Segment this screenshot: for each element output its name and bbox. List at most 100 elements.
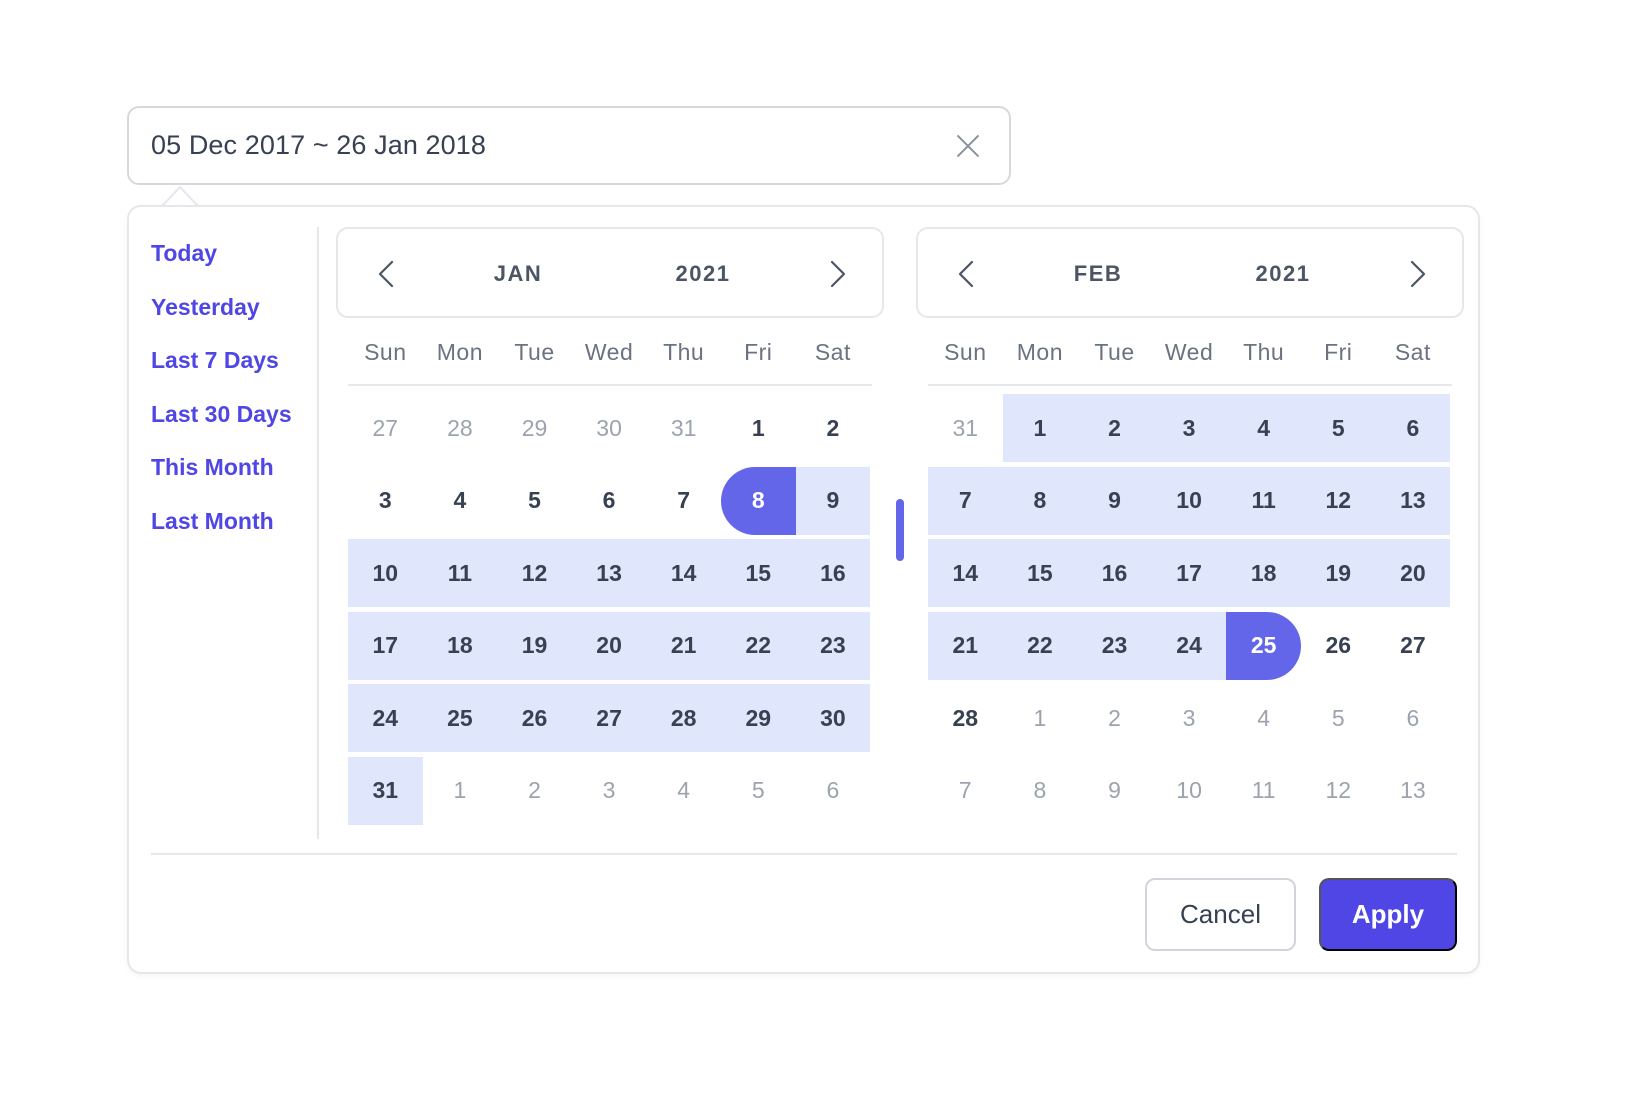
day-cell[interactable]: 14 (646, 539, 721, 607)
day-cell[interactable]: 8 (1003, 757, 1078, 825)
day-cell[interactable]: 27 (571, 684, 647, 752)
day-cell[interactable]: 9 (1077, 757, 1152, 825)
day-cell[interactable]: 3 (1152, 684, 1227, 752)
day-cell[interactable]: 16 (1077, 539, 1152, 607)
day-cell[interactable]: 12 (497, 539, 572, 607)
chevron-left-icon[interactable] (954, 259, 980, 289)
day-cell[interactable]: 16 (795, 539, 871, 607)
day-cell[interactable]: 23 (1077, 611, 1152, 680)
day-cell[interactable]: 19 (1300, 539, 1376, 607)
day-cell[interactable]: 2 (1077, 684, 1152, 752)
day-cell[interactable]: 9 (795, 466, 871, 535)
day-cell[interactable]: 17 (348, 611, 423, 680)
day-cell[interactable]: 31 (928, 394, 1003, 462)
day-cell[interactable]: 7 (646, 467, 721, 535)
day-cell[interactable]: 20 (1375, 539, 1451, 607)
day-cell[interactable]: 19 (497, 611, 572, 680)
day-cell[interactable]: 10 (1151, 466, 1227, 535)
scrollbar-thumb[interactable] (896, 499, 904, 561)
day-cell[interactable]: 3 (348, 467, 423, 535)
day-cell[interactable]: 4 (423, 467, 498, 535)
preset-today[interactable]: Today (151, 227, 317, 281)
day-cell[interactable]: 9 (1077, 466, 1152, 535)
day-cell[interactable]: 4 (1226, 394, 1301, 462)
day-cell[interactable]: 29 (720, 684, 796, 752)
day-cell[interactable]: 6 (572, 467, 647, 535)
day-cell[interactable]: 26 (1301, 612, 1376, 680)
day-cell[interactable]: 1 (721, 394, 796, 462)
preset-yesterday[interactable]: Yesterday (151, 281, 317, 335)
day-cell[interactable]: 2 (1077, 394, 1152, 462)
day-cell[interactable]: 21 (928, 611, 1003, 680)
day-cell[interactable]: 6 (796, 757, 871, 825)
day-cell[interactable]: 11 (1226, 757, 1301, 825)
day-cell[interactable]: 30 (572, 394, 647, 462)
range-end-day[interactable]: 25 (1226, 611, 1301, 680)
cancel-button[interactable]: Cancel (1145, 878, 1296, 951)
day-cell[interactable]: 5 (1300, 394, 1376, 462)
day-cell[interactable]: 14 (928, 539, 1003, 607)
day-cell[interactable]: 2 (497, 757, 572, 825)
month-select[interactable]: JAN (488, 261, 548, 287)
day-cell[interactable]: 3 (1151, 394, 1227, 462)
day-cell[interactable]: 22 (1002, 611, 1078, 680)
day-cell[interactable]: 6 (1375, 394, 1451, 462)
day-cell[interactable]: 23 (795, 611, 871, 680)
day-cell[interactable]: 10 (348, 539, 423, 607)
day-cell[interactable]: 12 (1300, 466, 1376, 535)
day-cell[interactable]: 30 (795, 684, 871, 752)
day-cell[interactable]: 4 (646, 757, 721, 825)
range-start-day[interactable]: 8 (720, 466, 796, 535)
year-select[interactable]: 2021 (668, 261, 738, 287)
day-cell[interactable]: 20 (571, 611, 647, 680)
day-cell[interactable]: 13 (1375, 466, 1451, 535)
day-cell[interactable]: 26 (497, 684, 572, 752)
chevron-right-icon[interactable] (1404, 259, 1430, 289)
day-cell[interactable]: 12 (1301, 757, 1376, 825)
day-cell[interactable]: 18 (422, 611, 498, 680)
day-cell[interactable]: 5 (721, 757, 796, 825)
day-cell[interactable]: 29 (497, 394, 572, 462)
date-range-input[interactable]: 05 Dec 2017 ~ 26 Jan 2018 (127, 106, 1011, 185)
day-cell[interactable]: 5 (497, 467, 572, 535)
day-cell[interactable]: 27 (1376, 612, 1451, 680)
day-cell[interactable]: 31 (348, 756, 423, 825)
day-cell[interactable]: 10 (1152, 757, 1227, 825)
day-cell[interactable]: 22 (720, 611, 796, 680)
day-cell[interactable]: 11 (422, 539, 498, 607)
preset-this-month[interactable]: This Month (151, 441, 317, 495)
preset-last-7-days[interactable]: Last 7 Days (151, 334, 317, 388)
day-cell[interactable]: 6 (1376, 684, 1451, 752)
day-cell[interactable]: 15 (1002, 539, 1078, 607)
chevron-left-icon[interactable] (374, 259, 400, 289)
day-cell[interactable]: 15 (720, 539, 796, 607)
preset-last-30-days[interactable]: Last 30 Days (151, 388, 317, 442)
apply-button[interactable]: Apply (1319, 878, 1457, 951)
day-cell[interactable]: 1 (1002, 394, 1078, 462)
day-cell[interactable]: 18 (1226, 539, 1301, 607)
day-cell[interactable]: 4 (1226, 684, 1301, 752)
chevron-right-icon[interactable] (824, 259, 850, 289)
day-cell[interactable]: 5 (1301, 684, 1376, 752)
day-cell[interactable]: 3 (572, 757, 647, 825)
day-cell[interactable]: 17 (1151, 539, 1227, 607)
day-cell[interactable]: 2 (796, 394, 871, 462)
year-select[interactable]: 2021 (1248, 261, 1318, 287)
month-select[interactable]: FEB (1068, 261, 1128, 287)
day-cell[interactable]: 28 (423, 394, 498, 462)
day-cell[interactable]: 11 (1226, 466, 1301, 535)
day-cell[interactable]: 24 (348, 684, 423, 752)
day-cell[interactable]: 1 (1003, 684, 1078, 752)
day-cell[interactable]: 24 (1151, 611, 1227, 680)
day-cell[interactable]: 28 (928, 684, 1003, 752)
day-cell[interactable]: 27 (348, 394, 423, 462)
day-cell[interactable]: 13 (1376, 757, 1451, 825)
day-cell[interactable]: 8 (1002, 466, 1078, 535)
day-cell[interactable]: 28 (646, 684, 721, 752)
day-cell[interactable]: 13 (571, 539, 647, 607)
close-icon[interactable] (954, 132, 982, 160)
day-cell[interactable]: 7 (928, 757, 1003, 825)
day-cell[interactable]: 25 (422, 684, 498, 752)
date-range-value[interactable]: 05 Dec 2017 ~ 26 Jan 2018 (151, 130, 954, 161)
day-cell[interactable]: 7 (928, 466, 1003, 535)
